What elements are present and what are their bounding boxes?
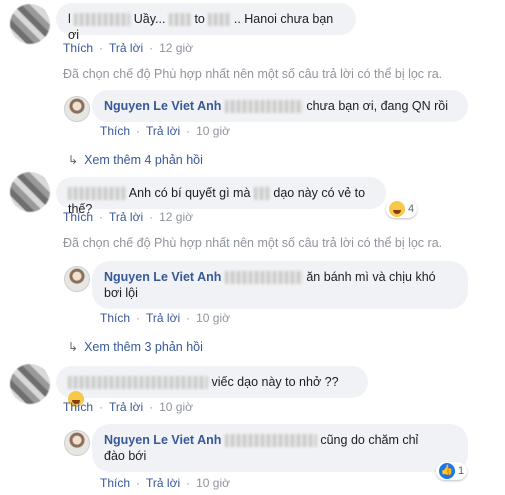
avatar[interactable]: [64, 430, 90, 456]
comment-bubble: viếc dạo này to nhở ??: [56, 366, 368, 407]
reply-button[interactable]: Trả lời: [146, 124, 180, 138]
redacted-name: [224, 271, 303, 285]
reply-bubble: Nguyen Le Viet Anh cũng do chăm chỉ đào …: [92, 424, 468, 472]
separator: ·: [186, 476, 191, 490]
avatar[interactable]: [64, 96, 90, 122]
timestamp[interactable]: 10 giờ: [196, 476, 230, 490]
author-name[interactable]: Nguyen Le Viet Anh: [104, 99, 221, 113]
reaction-count: 1: [458, 465, 465, 477]
like-button[interactable]: Thích: [63, 400, 93, 414]
reply-arrow-icon: ↳: [68, 153, 79, 167]
redacted-name: [253, 187, 270, 201]
reply-line: Nguyen Le Viet Anh ăn bánh mì và chịu kh…: [104, 269, 456, 285]
reply-text: bơi lội: [104, 286, 138, 300]
timestamp[interactable]: 10 giờ: [196, 124, 230, 138]
redacted-name: [68, 376, 208, 390]
timestamp[interactable]: 10 giờ: [196, 311, 230, 325]
author-name[interactable]: Nguyen Le Viet Anh: [104, 270, 221, 284]
comment-actions: Thích · Trả lời · 12 giờ: [63, 41, 199, 55]
reply-actions: Thích · Trả lời · 10 giờ: [100, 311, 236, 325]
reaction-count: 4: [408, 203, 415, 215]
redacted-name: [224, 100, 303, 114]
redacted-name: [168, 13, 191, 27]
comment-bubble: Anh có bí quyết gì mà dạo này có vẻ to t…: [56, 177, 386, 216]
reply-actions: Thích · Trả lời · 10 giờ: [100, 476, 236, 490]
view-more-label: Xem thêm 3 phản hồi: [84, 340, 203, 354]
comment-text: viếc dạo này to nhở ??: [211, 375, 339, 389]
author-name[interactable]: Nguyen Le Viet Anh: [104, 433, 221, 447]
reply-text: cũng do chăm chỉ: [320, 433, 419, 447]
view-more-replies[interactable]: ↳ Xem thêm 4 phản hồi: [68, 153, 203, 167]
like-button[interactable]: Thích: [100, 311, 130, 325]
timestamp[interactable]: 10 giờ: [159, 400, 193, 414]
comment-actions: Thích · Trả lời · 12 giờ: [63, 210, 199, 224]
reply-text: đào bới: [104, 449, 147, 463]
timestamp[interactable]: 12 giờ: [159, 41, 193, 55]
redacted-name: [224, 434, 317, 448]
comment-text: Uầy...: [133, 12, 166, 26]
avatar[interactable]: [10, 172, 50, 212]
reply-bubble: Nguyen Le Viet Anh ăn bánh mì và chịu kh…: [92, 261, 468, 309]
filtered-notice: Đã chọn chế độ Phù hợp nhất nên một số c…: [63, 236, 443, 250]
timestamp[interactable]: 12 giờ: [159, 210, 193, 224]
view-more-label: Xem thêm 4 phản hồi: [84, 153, 203, 167]
comment-text: l: [68, 12, 71, 26]
redacted-name: [74, 13, 131, 27]
like-button[interactable]: Thích: [63, 210, 93, 224]
reply-arrow-icon: ↳: [68, 340, 79, 354]
separator: ·: [99, 41, 104, 55]
separator: ·: [186, 124, 191, 138]
filtered-notice: Đã chọn chế độ Phù hợp nhất nên một số c…: [63, 67, 443, 81]
like-button[interactable]: Thích: [63, 41, 93, 55]
reply-actions: Thích · Trả lời · 10 giờ: [100, 124, 236, 138]
like-button[interactable]: Thích: [100, 124, 130, 138]
reply-text: ăn bánh mì và chịu khó: [306, 270, 436, 284]
separator: ·: [136, 124, 141, 138]
view-more-replies[interactable]: ↳ Xem thêm 3 phản hồi: [68, 340, 203, 354]
reply-button[interactable]: Trả lời: [109, 41, 143, 55]
comment-actions: Thích · Trả lời · 10 giờ: [63, 400, 199, 414]
separator: ·: [136, 311, 141, 325]
reply-button[interactable]: Trả lời: [146, 311, 180, 325]
reply-button[interactable]: Trả lời: [109, 210, 143, 224]
separator: ·: [149, 400, 154, 414]
reply-text: chưa bạn ơi, đang QN rồi: [306, 99, 448, 113]
separator: ·: [99, 210, 104, 224]
laugh-emoji-icon: [389, 201, 405, 217]
redacted-text: [208, 13, 231, 27]
reply-button[interactable]: Trả lời: [146, 476, 180, 490]
avatar[interactable]: [64, 266, 90, 292]
reply-line: Nguyen Le Viet Anh cũng do chăm chỉ: [104, 432, 456, 448]
avatar[interactable]: [10, 364, 50, 404]
separator: ·: [99, 400, 104, 414]
separator: ·: [186, 311, 191, 325]
reaction-badge[interactable]: 👍 1: [436, 462, 468, 480]
like-button[interactable]: Thích: [100, 476, 130, 490]
separator: ·: [149, 41, 154, 55]
thumbs-up-icon: 👍: [439, 463, 455, 479]
comment-text: Anh có bí quyết gì mà: [128, 186, 251, 200]
separator: ·: [136, 476, 141, 490]
redacted-name: [68, 187, 126, 201]
separator: ·: [149, 210, 154, 224]
reaction-badge[interactable]: 4: [386, 200, 418, 218]
reply-button[interactable]: Trả lời: [109, 400, 143, 414]
avatar[interactable]: [10, 4, 50, 44]
comment-bubble: l Uầy... to .. Hanoi chưa bạn ơi: [56, 3, 356, 42]
comment-text: to: [194, 12, 205, 26]
reply-bubble: Nguyen Le Viet Anh chưa bạn ơi, đang QN …: [92, 90, 468, 122]
